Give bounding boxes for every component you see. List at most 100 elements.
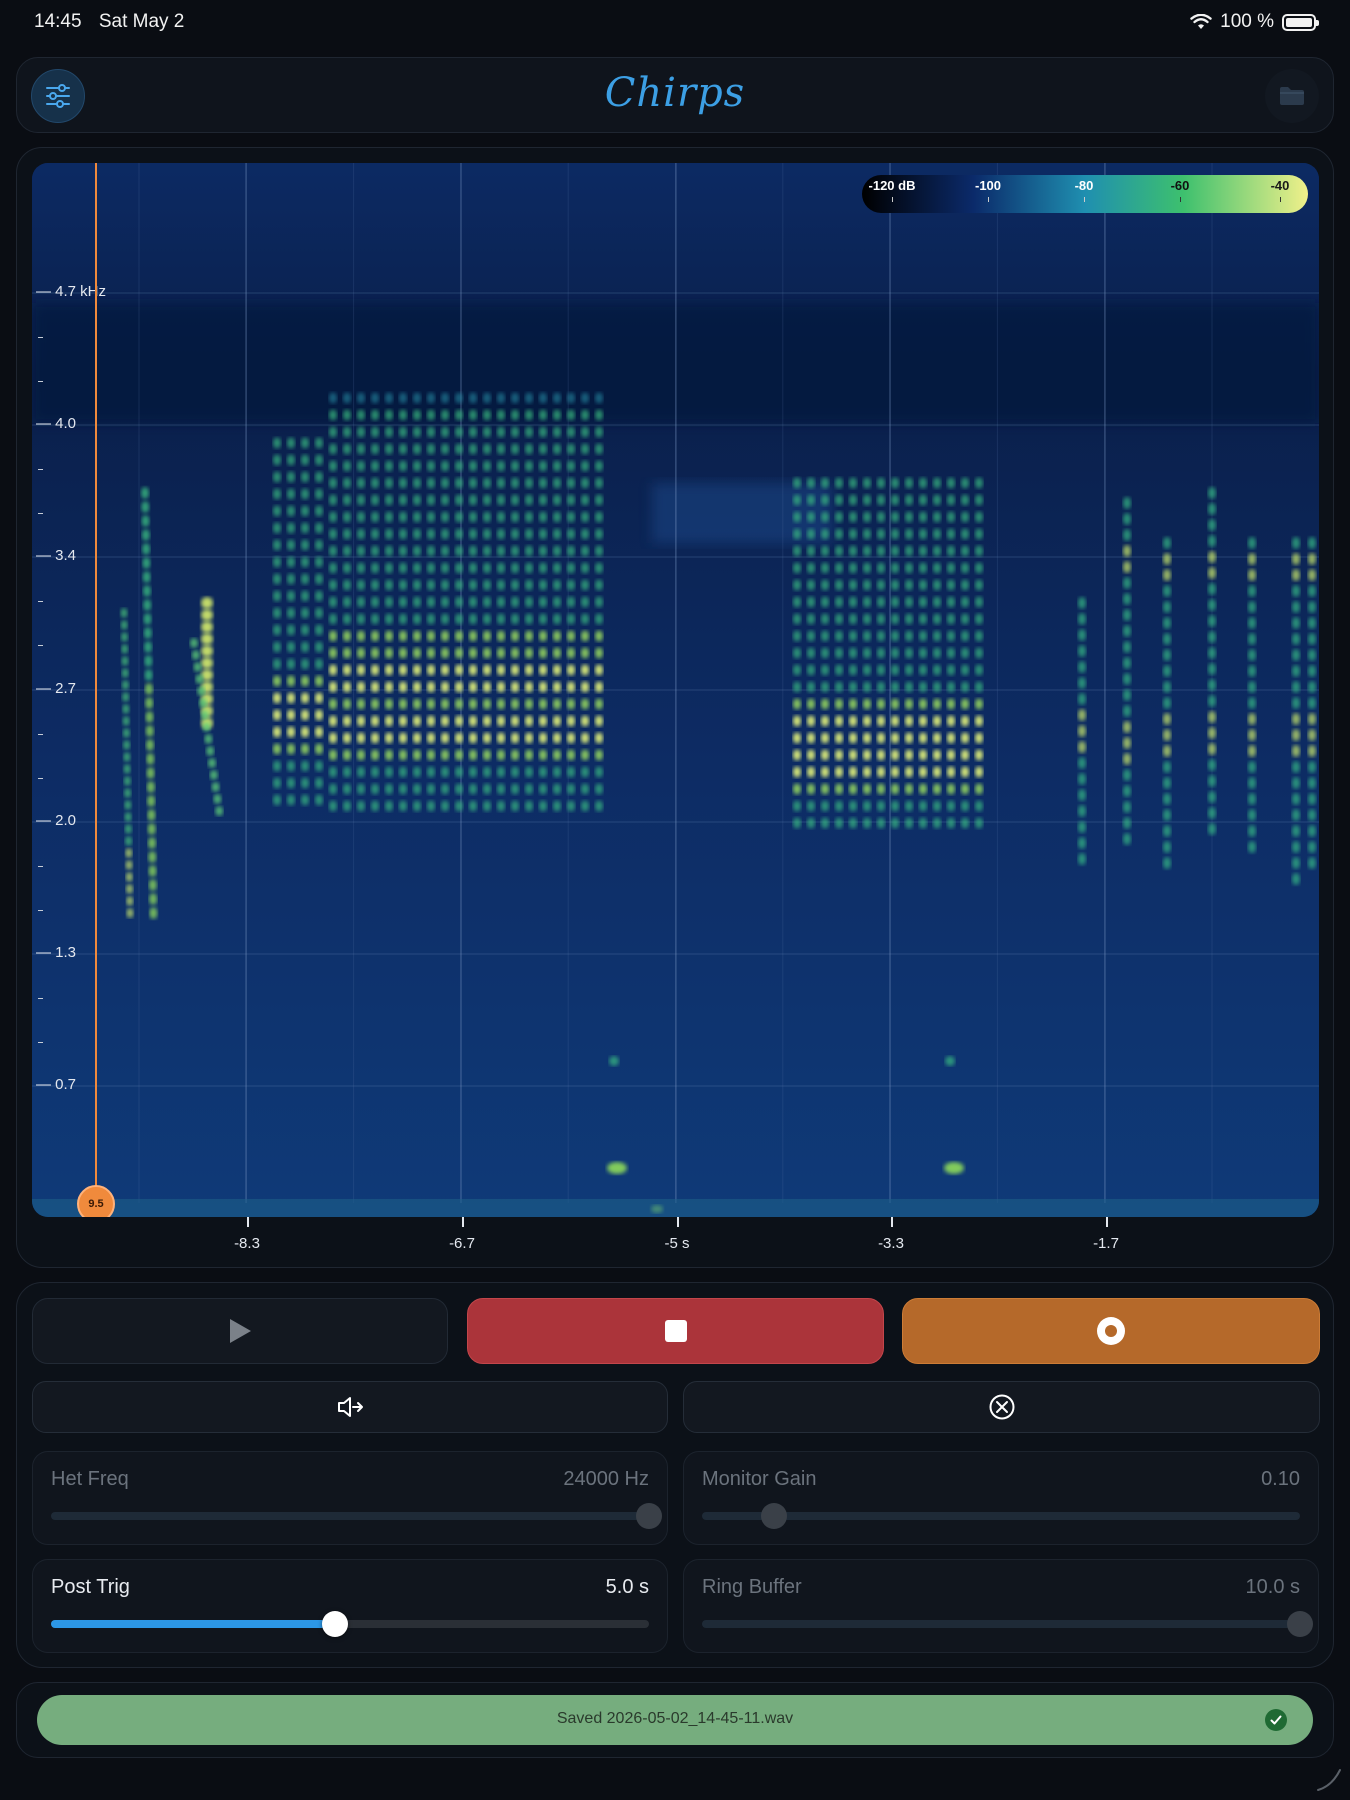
call-pulse <box>933 698 941 710</box>
call-pulse <box>863 630 871 642</box>
call-pulse <box>595 528 603 540</box>
time-cursor-marker[interactable]: 9.5 <box>77 1185 115 1217</box>
het-freq-slider[interactable] <box>51 1503 662 1529</box>
call-pulse <box>1078 805 1086 817</box>
call-pulse <box>975 698 983 710</box>
call-pulse <box>469 426 477 438</box>
call-pulse <box>343 579 351 591</box>
call-pulse <box>595 681 603 693</box>
call-pulse <box>209 770 218 780</box>
call-pulse <box>371 647 379 659</box>
call-pulse <box>301 624 309 636</box>
call-pulse <box>273 522 281 534</box>
call-pulse <box>413 562 421 574</box>
call-pulse <box>581 409 589 421</box>
call-pulse <box>315 709 323 721</box>
call-pulse <box>793 783 801 795</box>
call-pulse <box>525 494 533 506</box>
call-pulse <box>581 443 589 455</box>
call-pulse <box>1163 681 1171 693</box>
call-pulse <box>469 392 477 404</box>
call-pulse <box>371 800 379 812</box>
call-pulse <box>891 494 899 506</box>
play-button[interactable] <box>32 1298 448 1364</box>
resize-handle-icon <box>1317 1769 1341 1791</box>
call-pulse <box>1292 617 1300 629</box>
call-pulse <box>497 426 505 438</box>
call-pulse <box>947 749 955 761</box>
call-pulse <box>595 477 603 489</box>
call-pulse <box>371 460 379 472</box>
call-pulse <box>357 800 365 812</box>
call-pulse <box>539 545 547 557</box>
monitor-gain-knob[interactable] <box>760 1503 787 1529</box>
call-pulse <box>343 596 351 608</box>
call-pulse <box>1123 801 1131 813</box>
call-pulse <box>469 511 477 523</box>
call-pulse <box>497 766 505 778</box>
call-pulse <box>961 579 969 591</box>
call-pulse <box>371 698 379 710</box>
call-pulse <box>357 681 365 693</box>
ring-buffer-knob[interactable] <box>1287 1611 1313 1637</box>
call-pulse <box>469 477 477 489</box>
call-pulse <box>427 664 435 676</box>
call-pulse <box>329 783 337 795</box>
call-pulse <box>1292 873 1300 885</box>
call-pulse <box>1308 697 1316 709</box>
call-pulse <box>371 630 379 642</box>
call-pulse <box>287 675 295 687</box>
call-pulse <box>1123 737 1131 749</box>
noise-spot <box>944 1162 964 1174</box>
call-pulse <box>497 613 505 625</box>
het-freq-knob[interactable] <box>636 1503 662 1529</box>
call-pulse <box>595 443 603 455</box>
call-pulse <box>329 630 337 642</box>
call-pulse <box>905 715 913 727</box>
call-pulse <box>141 529 150 541</box>
spectrogram-view[interactable]: — 4.7 kHz — 4.0— 3.4— 2.7— 2.0— 1.3— 0.7 … <box>32 163 1319 1217</box>
call-pulse <box>1208 743 1216 755</box>
call-pulse <box>195 674 204 684</box>
call-pulse <box>399 494 407 506</box>
post-trig-slider[interactable] <box>51 1611 649 1637</box>
call-pulse <box>455 477 463 489</box>
call-pulse <box>525 800 533 812</box>
call-pulse <box>455 443 463 455</box>
call-pulse <box>315 624 323 636</box>
call-pulse <box>1208 823 1216 835</box>
clear-button[interactable] <box>683 1381 1320 1433</box>
time-cursor-line[interactable] <box>95 163 97 1203</box>
call-pulse <box>301 590 309 602</box>
record-button[interactable] <box>902 1298 1320 1364</box>
post-trig-knob[interactable] <box>322 1611 349 1637</box>
monitor-toggle-button[interactable] <box>32 1381 668 1433</box>
ring-buffer-slider[interactable] <box>702 1611 1313 1637</box>
call-pulse <box>1078 821 1086 833</box>
call-pulse <box>1123 673 1131 685</box>
call-pulse <box>821 596 829 608</box>
call-pulse <box>553 579 561 591</box>
call-pulse <box>371 409 379 421</box>
call-pulse <box>315 760 323 772</box>
call-pulse <box>1248 553 1256 565</box>
call-pulse <box>905 681 913 693</box>
folder-button[interactable] <box>1265 69 1319 123</box>
call-pulse <box>539 749 547 761</box>
call-pulse <box>807 494 815 506</box>
call-pulse <box>553 732 561 744</box>
call-pulse <box>539 766 547 778</box>
call-pulse <box>483 800 491 812</box>
call-pulse <box>581 511 589 523</box>
call-pulse <box>385 528 393 540</box>
call-pulse <box>1292 761 1300 773</box>
call-pulse <box>469 749 477 761</box>
call-pulse <box>329 494 337 506</box>
call-pulse <box>919 766 927 778</box>
call-pulse <box>807 630 815 642</box>
monitor-gain-slider[interactable] <box>702 1503 1300 1529</box>
call-pulse <box>525 647 533 659</box>
stop-button[interactable] <box>467 1298 884 1364</box>
call-pulse <box>539 698 547 710</box>
call-pulse <box>483 460 491 472</box>
